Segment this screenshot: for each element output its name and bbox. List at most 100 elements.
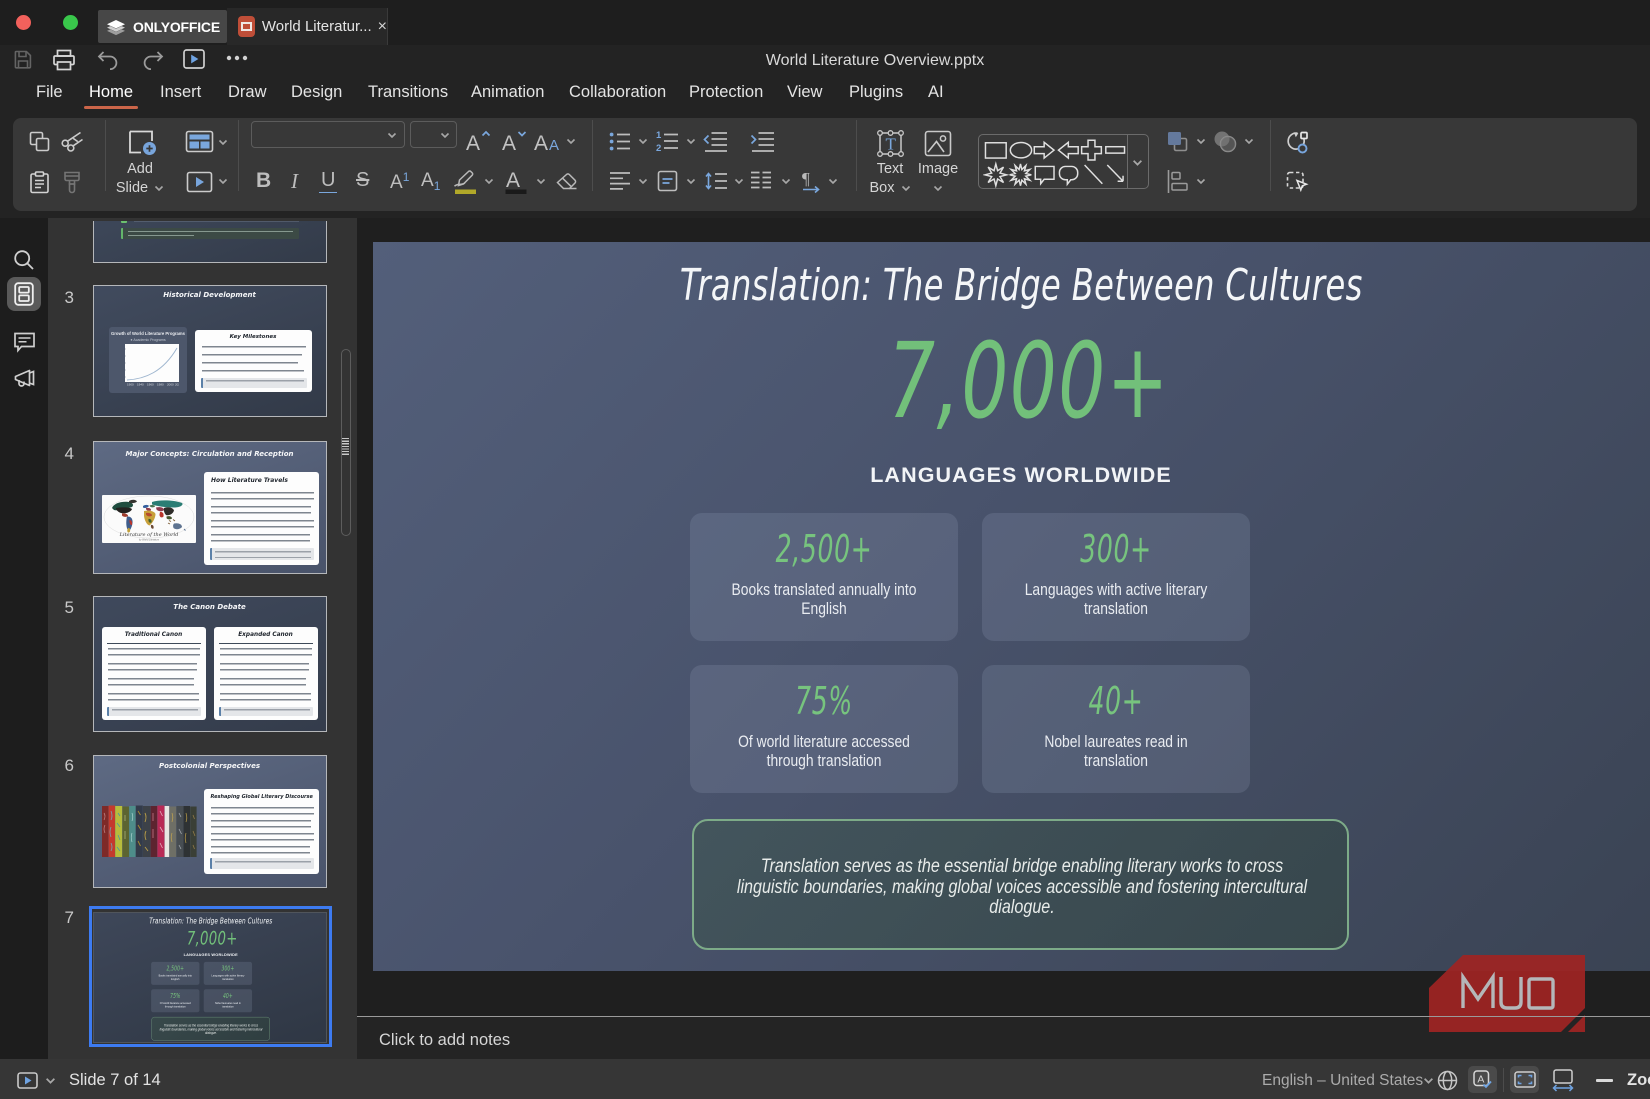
subscript-button[interactable]: A1 (421, 170, 440, 193)
thumbnail-slide-2[interactable] (93, 221, 327, 263)
menu-view[interactable]: View (787, 83, 822, 102)
fit-to-slide-button[interactable] (1510, 1066, 1539, 1093)
document-tab[interactable]: World Literatur... × (227, 8, 388, 45)
merge-shapes-icon[interactable] (1213, 130, 1237, 153)
bullet-list-chevron-icon[interactable] (638, 138, 648, 145)
menu-plugins[interactable]: Plugins (849, 83, 903, 102)
superscript-button[interactable]: A1 (390, 170, 409, 194)
font-color-chevron-icon[interactable] (536, 178, 546, 185)
preview-chevron-icon[interactable] (218, 178, 228, 185)
select-icon[interactable] (1286, 171, 1309, 194)
slide-layout-icon[interactable] (185, 130, 214, 153)
current-slide-canvas[interactable]: Translation: The Bridge Between Cultures… (373, 242, 1650, 971)
fit-to-width-icon[interactable] (1552, 1069, 1574, 1092)
align-objects-icon[interactable] (1167, 170, 1188, 193)
vertical-align-icon[interactable] (657, 170, 678, 192)
text-box-icon[interactable]: T (875, 128, 906, 159)
increase-indent-icon[interactable] (750, 131, 774, 152)
feedback-button[interactable] (7, 362, 41, 396)
undo-icon[interactable] (96, 49, 120, 70)
columns-chevron-icon[interactable] (781, 178, 791, 185)
spellcheck-button[interactable]: A (1468, 1066, 1497, 1093)
font-name-combobox[interactable] (251, 121, 405, 148)
clear-style-icon[interactable] (554, 172, 578, 191)
thumbnail-slide-4[interactable]: Major Concepts: Circulation and Receptio… (93, 441, 327, 574)
print-icon[interactable] (52, 49, 76, 71)
menu-file[interactable]: File (36, 83, 63, 102)
align-objects-chevron-icon[interactable] (1196, 178, 1206, 185)
comments-button[interactable] (7, 325, 41, 359)
start-slideshow-icon[interactable] (183, 49, 205, 69)
copy-icon[interactable] (29, 131, 50, 152)
arrange-chevron-icon[interactable] (1196, 138, 1206, 145)
paragraph-settings-icon[interactable]: ¶ (799, 168, 822, 194)
statusbar-play-chevron-icon[interactable] (45, 1077, 56, 1085)
menu-draw[interactable]: Draw (228, 83, 267, 102)
decrease-indent-icon[interactable] (703, 131, 727, 152)
change-case-icon[interactable]: A A (534, 129, 564, 154)
window-close-button[interactable] (16, 15, 31, 30)
font-color-icon[interactable]: A (503, 168, 529, 195)
menu-insert[interactable]: Insert (160, 83, 201, 102)
preview-slideshow-icon[interactable] (186, 171, 213, 193)
thumbnail-slide-7[interactable]: Translation: The Bridge Between Cultures… (93, 912, 327, 1043)
notes-splitter[interactable] (357, 1016, 1650, 1017)
zoom-out-icon[interactable] (1596, 1079, 1613, 1082)
add-slide-icon[interactable] (127, 128, 157, 156)
menu-home[interactable]: Home (89, 83, 133, 102)
more-icon[interactable] (226, 55, 248, 61)
slides-panel-button[interactable] (7, 277, 41, 311)
cut-icon[interactable] (61, 130, 84, 152)
change-case-chevron-icon[interactable] (566, 138, 576, 145)
redo-icon[interactable] (141, 49, 165, 70)
paste-icon[interactable] (29, 171, 50, 194)
numbered-list-chevron-icon[interactable] (686, 138, 696, 145)
shapes-gallery-chevron-icon[interactable] (1132, 159, 1143, 167)
onlyoffice-main-tab[interactable]: ONLYOFFICE (98, 10, 227, 43)
language-chevron-icon[interactable] (1423, 1077, 1434, 1085)
window-zoom-button[interactable] (63, 15, 78, 30)
image-button[interactable]: Image (902, 160, 974, 198)
strikethrough-button[interactable]: S (354, 169, 371, 192)
format-painter-icon[interactable] (61, 171, 83, 194)
statusbar-play-icon[interactable] (17, 1072, 38, 1089)
shapes-gallery-icons[interactable] (983, 136, 1127, 188)
save-icon[interactable] (13, 49, 33, 70)
numbered-list-icon[interactable]: 1 2 (656, 130, 679, 153)
thumbnail-slide-3[interactable]: Historical Development Growth of World L… (93, 285, 327, 417)
thumbnail-slide-6[interactable]: Postcolonial Perspectives (93, 755, 327, 888)
menu-protection[interactable]: Protection (689, 83, 763, 102)
search-button[interactable] (7, 243, 41, 277)
add-slide-button[interactable]: Add Slide (111, 160, 169, 198)
menu-animation[interactable]: Animation (471, 83, 544, 102)
decrease-font-icon[interactable]: A (501, 129, 528, 154)
image-icon[interactable] (924, 130, 952, 157)
horizontal-align-icon[interactable] (609, 171, 631, 191)
line-spacing-icon[interactable] (705, 170, 727, 192)
highlight-chevron-icon[interactable] (484, 178, 494, 185)
bullet-list-icon[interactable] (609, 131, 631, 152)
menu-collaboration[interactable]: Collaboration (569, 83, 666, 102)
menu-ai[interactable]: AI (928, 83, 944, 102)
increase-font-icon[interactable]: A (465, 129, 492, 154)
thumbnail-slide-5[interactable]: The Canon Debate Traditional Canon Expan… (93, 596, 327, 732)
menu-design[interactable]: Design (291, 83, 342, 102)
merge-shapes-chevron-icon[interactable] (1244, 138, 1254, 145)
underline-button[interactable]: U (319, 169, 337, 193)
spellcheck-language-globe-icon[interactable] (1437, 1070, 1458, 1091)
vertical-align-chevron-icon[interactable] (686, 178, 696, 185)
slide-layout-chevron-icon[interactable] (218, 139, 228, 146)
font-size-combobox[interactable] (410, 121, 457, 148)
replace-icon[interactable] (1286, 131, 1308, 154)
arrange-shape-icon[interactable] (1167, 131, 1188, 152)
highlight-color-icon[interactable] (452, 168, 480, 195)
notes-placeholder[interactable]: Click to add notes (379, 1031, 510, 1050)
italic-button[interactable]: I (291, 169, 298, 194)
line-spacing-chevron-icon[interactable] (734, 178, 744, 185)
language-selector[interactable]: English – United States (1262, 1072, 1423, 1090)
panel-resize-handle[interactable] (342, 438, 349, 455)
bold-button[interactable]: B (256, 169, 271, 193)
tab-close-icon[interactable]: × (378, 19, 387, 35)
menu-transitions[interactable]: Transitions (368, 83, 448, 102)
paragraph-chevron-icon[interactable] (828, 178, 838, 185)
